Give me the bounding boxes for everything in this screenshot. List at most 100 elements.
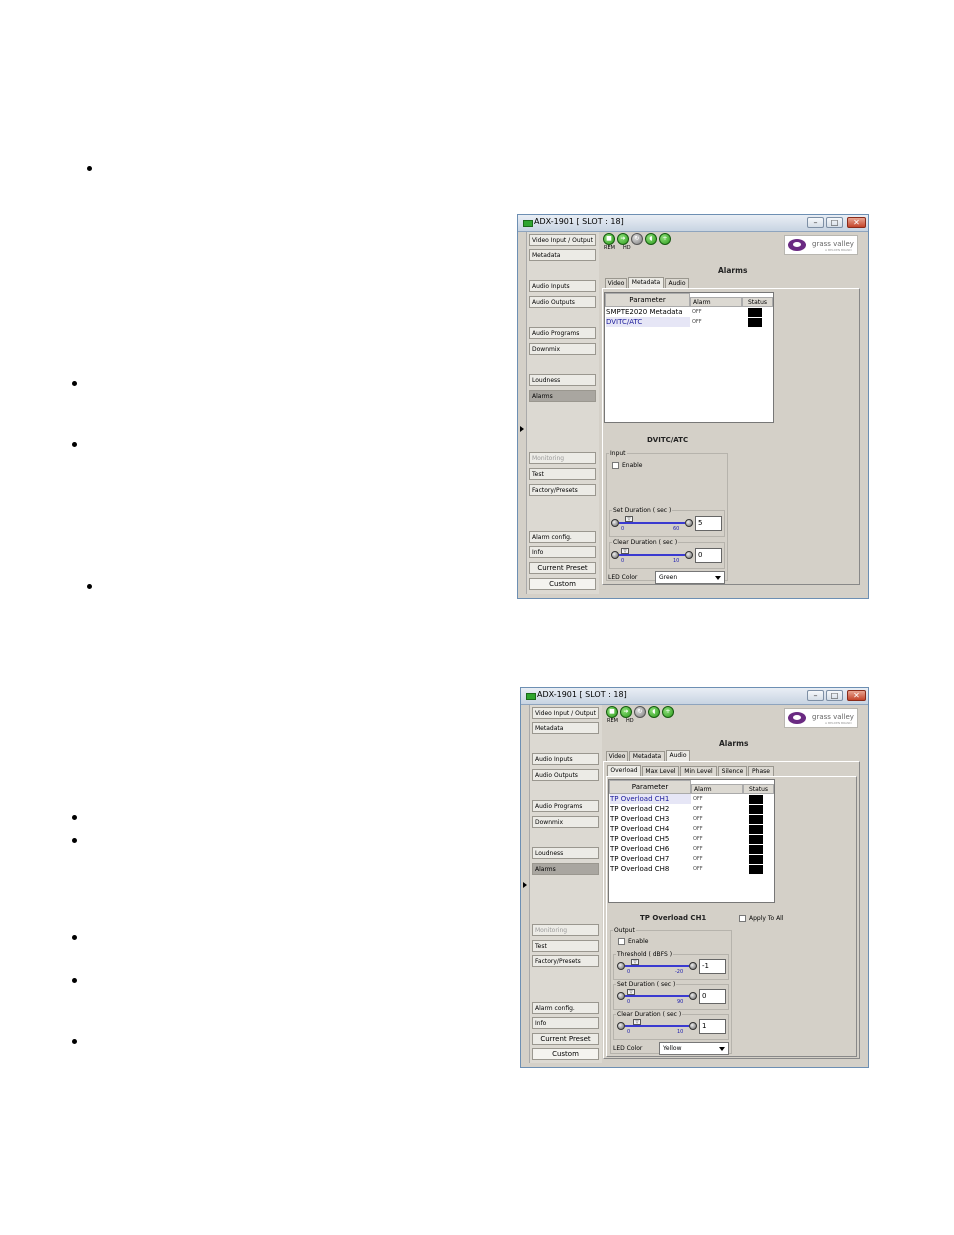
arrow-right-icon[interactable]: ➜	[620, 706, 632, 718]
nav-alarms[interactable]: Alarms	[529, 390, 596, 402]
table-row-name[interactable]: TP Overload CH1	[610, 794, 691, 804]
col-parameter[interactable]: Parameter	[609, 780, 691, 794]
tab-metadata[interactable]: Metadata	[629, 751, 665, 761]
slider-decrement-icon[interactable]	[611, 551, 619, 559]
tab-metadata[interactable]: Metadata	[628, 277, 664, 288]
nav-monitoring[interactable]: Monitoring	[532, 924, 599, 936]
nav-audio-outputs[interactable]: Audio Outputs	[529, 296, 596, 308]
col-status[interactable]: Status	[743, 784, 774, 794]
table-row-name[interactable]: TP Overload CH6	[610, 844, 691, 854]
slider-thumb[interactable]: ▽	[633, 1019, 641, 1025]
speaker-icon[interactable]: ◖	[648, 706, 660, 718]
tab-audio[interactable]: Audio	[665, 278, 689, 288]
rem-status-icon[interactable]: ■	[606, 706, 618, 718]
table-row-name[interactable]: TP Overload CH4	[610, 824, 691, 834]
title-bar[interactable]: ADX-1901 [ SLOT : 18] – □ ✕	[518, 215, 868, 232]
subtab-phase[interactable]: Phase	[748, 766, 774, 776]
enable-checkbox[interactable]	[612, 462, 619, 469]
nav-audio-programs[interactable]: Audio Programs	[529, 327, 596, 339]
slider-decrement-icon[interactable]	[617, 962, 625, 970]
nav-test[interactable]: Test	[529, 468, 596, 480]
nav-monitoring[interactable]: Monitoring	[529, 452, 596, 464]
refresh-icon[interactable]: ↻	[631, 233, 643, 245]
table-row-name[interactable]: SMPTE2020 Metadata	[606, 307, 690, 317]
title-bar[interactable]: ADX-1901 [ SLOT : 18] – □ ✕	[521, 688, 868, 705]
slider-decrement-icon[interactable]	[617, 992, 625, 1000]
enable-checkbox[interactable]	[618, 938, 625, 945]
tab-audio[interactable]: Audio	[666, 750, 690, 761]
slider-thumb[interactable]: ▽	[631, 959, 639, 965]
nav-metadata[interactable]: Metadata	[532, 722, 599, 734]
subtab-max-level[interactable]: Max Level	[642, 766, 679, 776]
table-row-name[interactable]: TP Overload CH3	[610, 814, 691, 824]
set-duration-slider[interactable]	[619, 522, 685, 524]
set-duration-input[interactable]: 0	[699, 989, 726, 1004]
nav-alarm-config[interactable]: Alarm config.	[529, 531, 596, 543]
clear-duration-slider[interactable]	[625, 1025, 689, 1027]
nav-info[interactable]: Info	[529, 546, 596, 558]
slider-increment-icon[interactable]	[689, 1022, 697, 1030]
nav-downmix[interactable]: Downmix	[529, 343, 596, 355]
current-preset-button[interactable]: Current Preset	[532, 1033, 599, 1045]
clear-duration-input[interactable]: 1	[699, 1019, 726, 1034]
rem-status-icon[interactable]: ■	[603, 233, 615, 245]
table-row-name[interactable]: DVITC/ATC	[606, 317, 690, 327]
maximize-button[interactable]: □	[826, 690, 843, 701]
current-preset-button[interactable]: Current Preset	[529, 562, 596, 574]
tab-video[interactable]: Video	[605, 278, 627, 288]
nav-audio-programs[interactable]: Audio Programs	[532, 800, 599, 812]
set-duration-slider[interactable]	[625, 995, 689, 997]
arrow-right-icon[interactable]: ➜	[617, 233, 629, 245]
speaker-icon[interactable]: ◖	[645, 233, 657, 245]
slider-thumb[interactable]: ▽	[625, 516, 633, 522]
slider-decrement-icon[interactable]	[611, 519, 619, 527]
led-color-select[interactable]: Yellow	[659, 1042, 729, 1055]
col-alarm[interactable]: Alarm	[691, 784, 743, 794]
nav-factory-presets[interactable]: Factory/Presets	[529, 484, 596, 496]
nav-metadata[interactable]: Metadata	[529, 249, 596, 261]
table-row-name[interactable]: TP Overload CH5	[610, 834, 691, 844]
nav-alarm-config[interactable]: Alarm config.	[532, 1002, 599, 1014]
custom-preset-button[interactable]: Custom	[529, 578, 596, 590]
threshold-input[interactable]: -1	[699, 959, 726, 974]
subtab-silence[interactable]: Silence	[718, 766, 747, 776]
table-row-name[interactable]: TP Overload CH7	[610, 854, 691, 864]
nav-alarms[interactable]: Alarms	[532, 863, 599, 875]
nav-video-input-output[interactable]: Video Input / Output	[529, 234, 596, 246]
expand-arrow-icon[interactable]	[523, 882, 527, 888]
slider-thumb[interactable]: ▽	[621, 548, 629, 554]
col-parameter[interactable]: Parameter	[605, 293, 690, 307]
clear-duration-input[interactable]: 0	[695, 548, 722, 563]
col-status[interactable]: Status	[742, 297, 773, 307]
table-row-name[interactable]: TP Overload CH8	[610, 864, 691, 874]
collapse-strip[interactable]	[521, 705, 530, 1063]
slider-increment-icon[interactable]	[685, 519, 693, 527]
led-color-select[interactable]: Green	[655, 571, 725, 584]
slider-increment-icon[interactable]	[689, 992, 697, 1000]
close-button[interactable]: ✕	[847, 217, 866, 228]
nav-audio-inputs[interactable]: Audio Inputs	[529, 280, 596, 292]
minimize-button[interactable]: –	[807, 690, 824, 701]
plus-icon[interactable]: +	[662, 706, 674, 718]
nav-downmix[interactable]: Downmix	[532, 816, 599, 828]
expand-arrow-icon[interactable]	[520, 426, 524, 432]
clear-duration-slider[interactable]	[619, 554, 685, 556]
col-alarm[interactable]: Alarm	[690, 297, 742, 307]
set-duration-input[interactable]: 5	[695, 516, 722, 531]
nav-factory-presets[interactable]: Factory/Presets	[532, 955, 599, 967]
table-row-name[interactable]: TP Overload CH2	[610, 804, 691, 814]
threshold-slider[interactable]	[625, 965, 689, 967]
nav-loudness[interactable]: Loudness	[532, 847, 599, 859]
nav-audio-inputs[interactable]: Audio Inputs	[532, 753, 599, 765]
refresh-icon[interactable]: ↻	[634, 706, 646, 718]
slider-increment-icon[interactable]	[689, 962, 697, 970]
nav-test[interactable]: Test	[532, 940, 599, 952]
nav-info[interactable]: Info	[532, 1017, 599, 1029]
collapse-strip[interactable]	[518, 232, 527, 594]
custom-preset-button[interactable]: Custom	[532, 1048, 599, 1060]
maximize-button[interactable]: □	[826, 217, 843, 228]
close-button[interactable]: ✕	[847, 690, 866, 701]
nav-video-input-output[interactable]: Video Input / Output	[532, 707, 599, 719]
slider-decrement-icon[interactable]	[617, 1022, 625, 1030]
subtab-overload[interactable]: Overload	[607, 765, 641, 776]
